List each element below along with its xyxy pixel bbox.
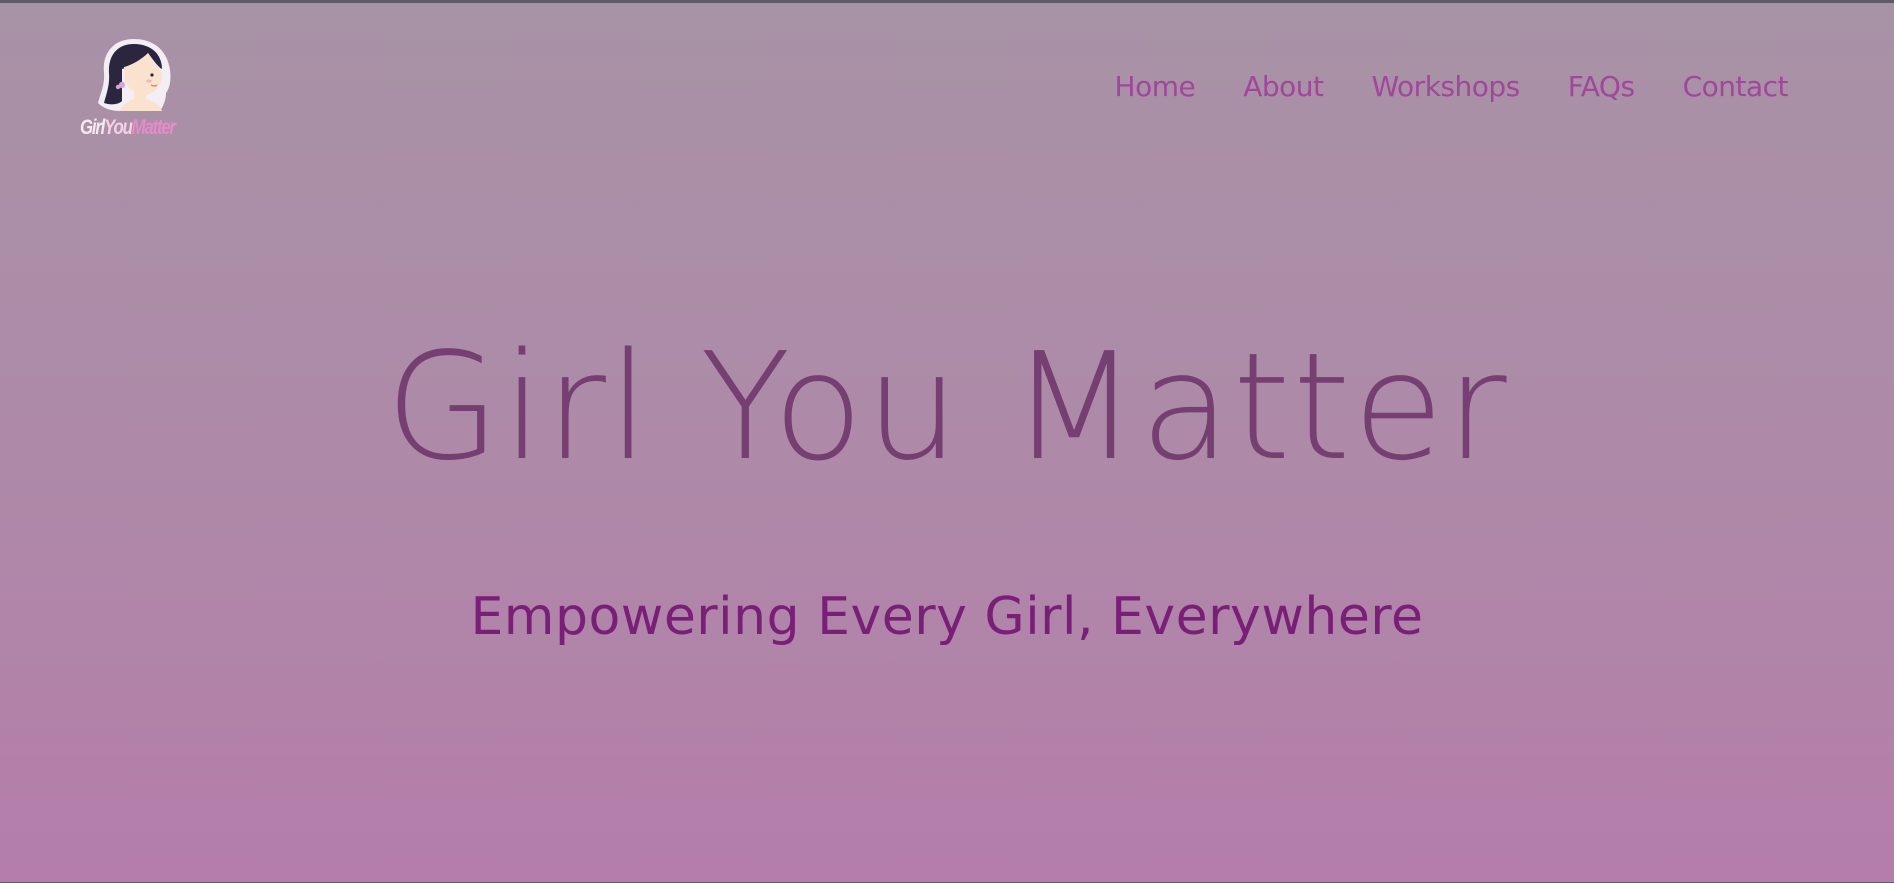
logo-word-you: You [104, 116, 133, 139]
main-nav: Home About Workshops FAQs Contact [1115, 73, 1789, 101]
nav-workshops[interactable]: Workshops [1372, 73, 1521, 101]
hero-title: Girl You Matter [385, 321, 1509, 493]
logo-wordmark: GirlYouMatter [80, 116, 176, 140]
logo-word-girl: Girl [80, 116, 105, 139]
logo-word-matter: Matter [131, 116, 176, 139]
nav-faqs[interactable]: FAQs [1568, 73, 1635, 101]
girl-avatar-icon [98, 39, 171, 111]
site-logo[interactable]: GirlYouMatter [76, 33, 196, 151]
landing-page: GirlYouMatter Home About Workshops FAQs … [0, 0, 1894, 883]
nav-contact[interactable]: Contact [1683, 73, 1789, 101]
nav-about[interactable]: About [1243, 73, 1324, 101]
hero-subtitle: Empowering Every Girl, Everywhere [470, 587, 1424, 647]
nav-home[interactable]: Home [1115, 73, 1196, 101]
